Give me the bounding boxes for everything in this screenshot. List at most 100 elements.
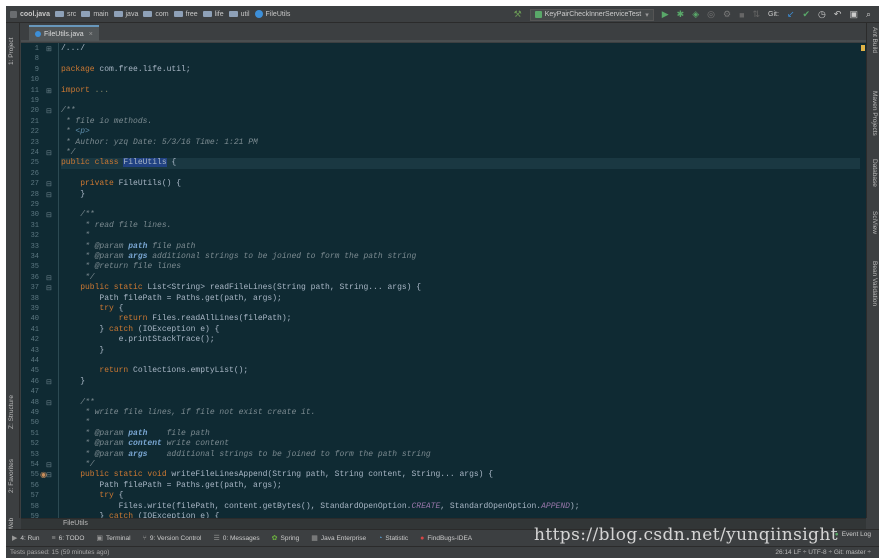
code-line: * @param path file path <box>80 241 196 251</box>
line-number: 43 <box>30 346 39 355</box>
nav-crumb-fileutils[interactable]: FileUtils <box>254 10 290 18</box>
favorites-tool-tab[interactable]: 2: Favorites <box>8 459 15 493</box>
nav-crumb-label: free <box>185 10 198 18</box>
code-line: */ <box>80 272 95 282</box>
line-number: 37 <box>30 284 39 293</box>
fold-marker-icon[interactable]: ⊞ <box>46 45 53 53</box>
code-line: } <box>80 376 86 386</box>
database-tab-label: Database <box>871 159 878 187</box>
main-toolbar: ⚒ KeyPairCheckInnerServiceTest ▾ ▶ ✱ ◈ ◎… <box>510 6 879 23</box>
hotswap-icon[interactable]: ⇅ <box>753 9 761 20</box>
fold-marker-icon[interactable]: ⊟ <box>46 180 53 188</box>
fold-marker-icon[interactable]: ⊟ <box>46 284 53 292</box>
line-number: 44 <box>30 357 39 365</box>
fold-marker-icon[interactable]: ⊟ <box>46 107 53 115</box>
ide-window: cool.java src main java com free life util FileU… <box>0 0 885 558</box>
bottom-tab-terminal[interactable]: ▣ Terminal <box>96 534 130 543</box>
ant-build-tab[interactable]: Ant Build <box>871 27 878 53</box>
nav-crumb-util[interactable]: util <box>228 11 250 18</box>
git-revert-icon[interactable]: ↶ <box>834 9 842 20</box>
line-number: 28 <box>30 190 39 199</box>
line-number: 8 <box>34 55 39 64</box>
attach-icon[interactable]: ⚙ <box>723 9 731 20</box>
nav-crumb-main[interactable]: main <box>81 11 109 18</box>
bottom-tab-findbugs-idea[interactable]: ● FindBugs-IDEA <box>420 535 472 542</box>
nav-crumb-com[interactable]: com <box>143 11 169 18</box>
annotation-gutter-icon[interactable]: ◉ <box>40 470 47 479</box>
code-line: return Files.readAllLines(filePath); <box>118 314 292 324</box>
build-hammer-icon[interactable]: ⚒ <box>514 9 522 20</box>
line-number: 29 <box>30 201 39 209</box>
coverage-icon[interactable]: ◈ <box>692 9 699 20</box>
bottom-tab-label: 4: Run <box>20 534 40 542</box>
nav-crumb-java[interactable]: java <box>113 11 138 18</box>
nav-crumb-life[interactable]: life <box>202 11 224 18</box>
fold-marker-icon[interactable]: ⊟ <box>46 461 53 469</box>
status-message: Tests passed: 15 (59 minutes ago) <box>10 549 110 556</box>
git-history-icon[interactable]: ◷ <box>818 9 826 20</box>
git-update-icon[interactable]: ↙ <box>787 9 795 20</box>
messages-icon: ☰ <box>213 535 220 542</box>
code-editor[interactable]: 1 ⊞ 8 9 10 11 ⊞ 19 20 ⊟ 21 22 23 24 ⊟ 25 26 27 ⊟ 28 ⊟ 29 30 ⊟ 31… <box>21 43 866 518</box>
bottom-tab-spring[interactable]: ✿ Spring <box>272 534 300 543</box>
bean-validation-tab[interactable]: Bean Validation <box>871 261 878 306</box>
fold-marker-icon[interactable]: ⊟ <box>46 399 53 407</box>
stop-icon[interactable]: ■ <box>739 10 744 20</box>
code-line: /** <box>61 106 76 116</box>
fold-marker-icon[interactable]: ⊟ <box>46 149 53 157</box>
code-line: Path filePath = Paths.get(path, args); <box>99 480 282 490</box>
bottom-tab-4-run[interactable]: ▶ 4: Run <box>12 534 40 543</box>
bottom-tab-0-messages[interactable]: ☰ 0: Messages <box>213 534 259 543</box>
bottom-tab-9-version-control[interactable]: ⑂ 9: Version Control <box>143 535 202 542</box>
code-area[interactable]: /.../ package com.free.life.util; import .… <box>61 43 866 518</box>
run-icon: ▶ <box>12 535 18 542</box>
nav-crumb-src[interactable]: src <box>54 11 76 18</box>
line-number: 55 <box>30 471 39 480</box>
bottom-tab-java-enterprise[interactable]: ▦ Java Enterprise <box>311 534 367 543</box>
profile-icon[interactable]: ◎ <box>707 9 715 20</box>
database-tab[interactable]: Database <box>871 159 878 187</box>
fold-marker-icon[interactable]: ⊟ <box>46 211 53 219</box>
tab-fileutils-java[interactable]: FileUtils.java × <box>29 25 99 41</box>
code-line: import ... <box>61 85 110 95</box>
sdk-icon[interactable]: ▣ <box>849 9 858 20</box>
vertical-scrollbar[interactable] <box>860 43 866 518</box>
bottom-tab-6-todo[interactable]: ≡ 6: TODO <box>52 535 85 542</box>
line-number: 50 <box>30 419 39 428</box>
fold-marker-icon[interactable]: ⊟ <box>46 378 53 386</box>
close-icon[interactable]: × <box>89 31 93 38</box>
code-line: * <box>80 418 90 428</box>
sciview-tab[interactable]: SciView <box>871 211 878 234</box>
bottom-tab-label: Statistic <box>385 534 409 542</box>
line-number: 45 <box>30 367 39 376</box>
run-configuration-select[interactable]: KeyPairCheckInnerServiceTest ▾ <box>529 8 654 21</box>
git-commit-icon[interactable]: ✔ <box>802 9 810 20</box>
fold-marker-icon[interactable]: ⊞ <box>46 87 53 95</box>
event-log-tab[interactable]: ● Event Log <box>834 531 871 538</box>
maven-projects-tab[interactable]: Maven Projects <box>871 91 878 136</box>
fold-marker-icon[interactable]: ⊟ <box>46 274 53 282</box>
fold-marker-icon[interactable]: ⊟ <box>46 191 53 199</box>
line-number: 57 <box>30 492 39 501</box>
structure-tool-tab[interactable]: Z: Structure <box>8 395 15 429</box>
project-tool-tab[interactable]: 1: Project <box>8 38 15 65</box>
search-icon[interactable]: ⌕ <box>866 9 871 20</box>
folder-icon <box>173 11 183 17</box>
run-icon[interactable]: ▶ <box>662 9 669 20</box>
line-number: 56 <box>30 481 39 490</box>
status-bar: Tests passed: 15 (59 minutes ago) 26:14 … <box>6 546 879 558</box>
line-number: 19 <box>30 97 39 105</box>
debug-icon[interactable]: ✱ <box>677 9 685 20</box>
code-line: * file io methods. <box>61 116 153 126</box>
fold-marker-icon[interactable]: ⊟ <box>46 471 53 479</box>
line-number: 22 <box>30 128 39 137</box>
code-line: * @return file lines <box>80 262 182 272</box>
bottom-tab-statistic[interactable]: ◔ Statistic <box>378 535 408 542</box>
line-number: 38 <box>30 294 39 303</box>
nav-crumb-cool-java[interactable]: cool.java <box>10 10 50 18</box>
line-number: 41 <box>30 325 39 334</box>
bottom-tab-label: Java Enterprise <box>320 534 367 542</box>
status-right-info[interactable]: 26:14 LF ÷ UTF-8 ÷ Git: master ÷ <box>775 547 871 558</box>
code-line: e.printStackTrace(); <box>118 335 215 345</box>
nav-crumb-free[interactable]: free <box>173 10 198 18</box>
